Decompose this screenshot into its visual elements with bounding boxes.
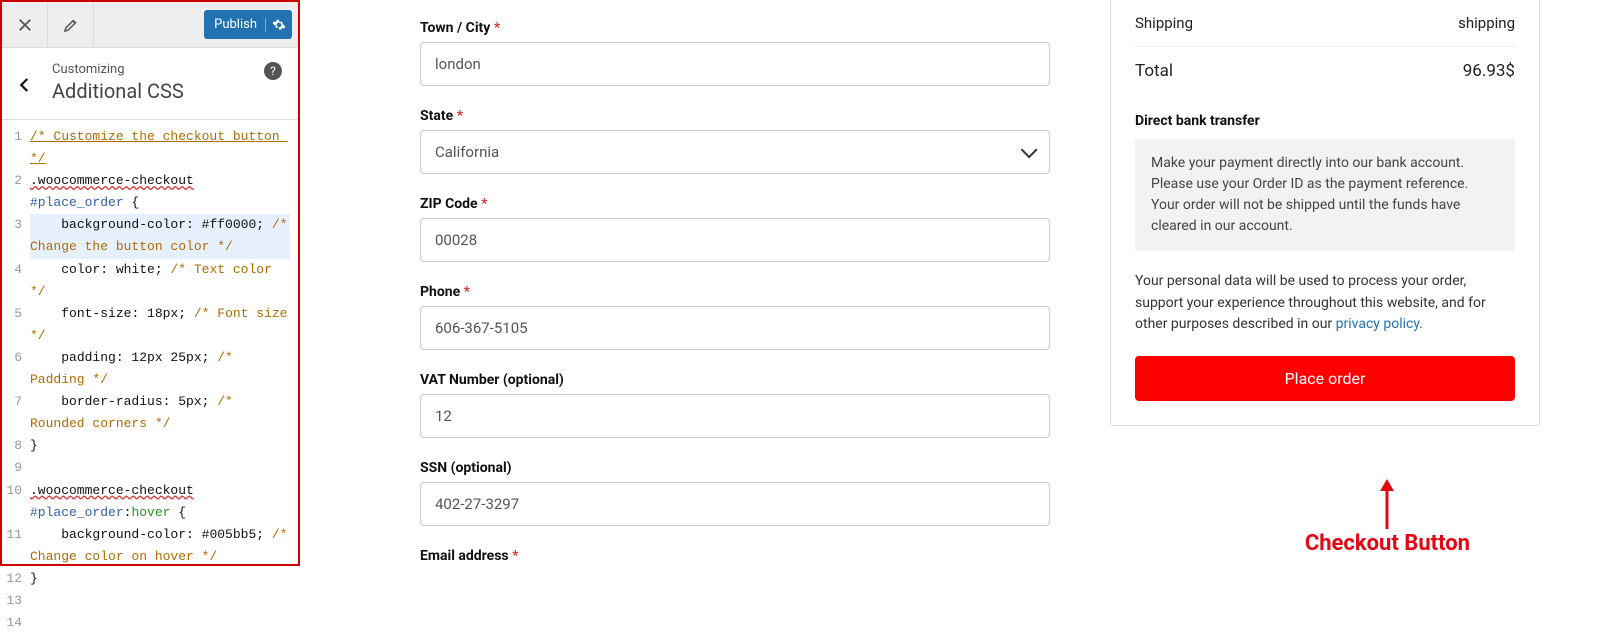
code-line: 12}: [2, 568, 298, 590]
phone-input[interactable]: 606-367-5105: [420, 306, 1050, 350]
publish-button[interactable]: Publish: [204, 10, 292, 39]
email-label: Email address *: [420, 548, 1050, 564]
css-editor[interactable]: 1/* Customize the checkout button */2.wo…: [2, 120, 298, 640]
code-line: 7 border-radius: 5px; /* Rounded corners…: [2, 391, 298, 435]
code-line: 3 background-color: #ff0000; /* Change t…: [2, 214, 298, 258]
publish-settings-button[interactable]: [265, 18, 286, 32]
code-line: 10.woocommerce-checkout #place_order:hov…: [2, 480, 298, 524]
customizer-section-header: ? Customizing Additional CSS: [2, 48, 298, 120]
help-button[interactable]: ?: [264, 62, 282, 80]
code-line: 6 padding: 12px 25px; /* Padding */: [2, 347, 298, 391]
payment-method-title: Direct bank transfer: [1135, 113, 1515, 129]
place-order-button[interactable]: Place order: [1135, 356, 1515, 401]
town-input[interactable]: london: [420, 42, 1050, 86]
vat-input[interactable]: 12: [420, 394, 1050, 438]
total-value: 96.93$: [1463, 61, 1515, 81]
code-line: 2.woocommerce-checkout #place_order {: [2, 170, 298, 214]
code-line: 8}: [2, 435, 298, 457]
shipping-row: Shipping shipping: [1135, 0, 1515, 47]
chevron-left-icon: [16, 76, 34, 94]
edit-link-button[interactable]: [48, 2, 94, 47]
ssn-input[interactable]: 402-27-3297: [420, 482, 1050, 526]
code-line: 11 background-color: #005bb5; /* Change …: [2, 524, 298, 568]
code-line: 1/* Customize the checkout button */: [2, 126, 298, 170]
code-line: 9: [2, 457, 298, 479]
state-label: State *: [420, 108, 1050, 124]
close-customizer-button[interactable]: [2, 2, 48, 47]
privacy-text: Your personal data will be used to proce…: [1135, 271, 1515, 336]
customizer-title: Additional CSS: [52, 79, 280, 103]
shipping-label: Shipping: [1135, 14, 1193, 32]
pencil-icon: [62, 16, 80, 34]
publish-label: Publish: [214, 17, 257, 32]
zip-input[interactable]: 00028: [420, 218, 1050, 262]
shipping-value: shipping: [1458, 14, 1515, 32]
back-button[interactable]: [16, 76, 34, 98]
vat-label: VAT Number (optional): [420, 372, 1050, 388]
customizer-subheading: Customizing: [52, 62, 280, 77]
code-line: 4 color: white; /* Text color */: [2, 259, 298, 303]
privacy-policy-link[interactable]: privacy policy: [1336, 316, 1420, 332]
state-select[interactable]: California: [420, 130, 1050, 174]
code-line: 5 font-size: 18px; /* Font size */: [2, 303, 298, 347]
ssn-label: SSN (optional): [420, 460, 1050, 476]
zip-label: ZIP Code *: [420, 196, 1050, 212]
customizer-panel: Publish ? Customizing Additional CSS 1/*…: [0, 0, 300, 566]
close-icon: [16, 16, 34, 34]
code-line: 14: [2, 612, 298, 634]
town-label: Town / City *: [420, 20, 1050, 36]
total-label: Total: [1135, 61, 1173, 81]
checkout-form: Town / City * london State * California …: [300, 0, 1110, 566]
gear-icon: [272, 18, 286, 32]
phone-label: Phone *: [420, 284, 1050, 300]
code-line: 13: [2, 590, 298, 612]
customizer-toolbar: Publish: [2, 2, 298, 48]
total-row: Total 96.93$: [1135, 47, 1515, 95]
payment-method-info: Make your payment directly into our bank…: [1135, 139, 1515, 251]
order-summary: Shipping shipping Total 96.93$ Direct ba…: [1110, 0, 1540, 426]
